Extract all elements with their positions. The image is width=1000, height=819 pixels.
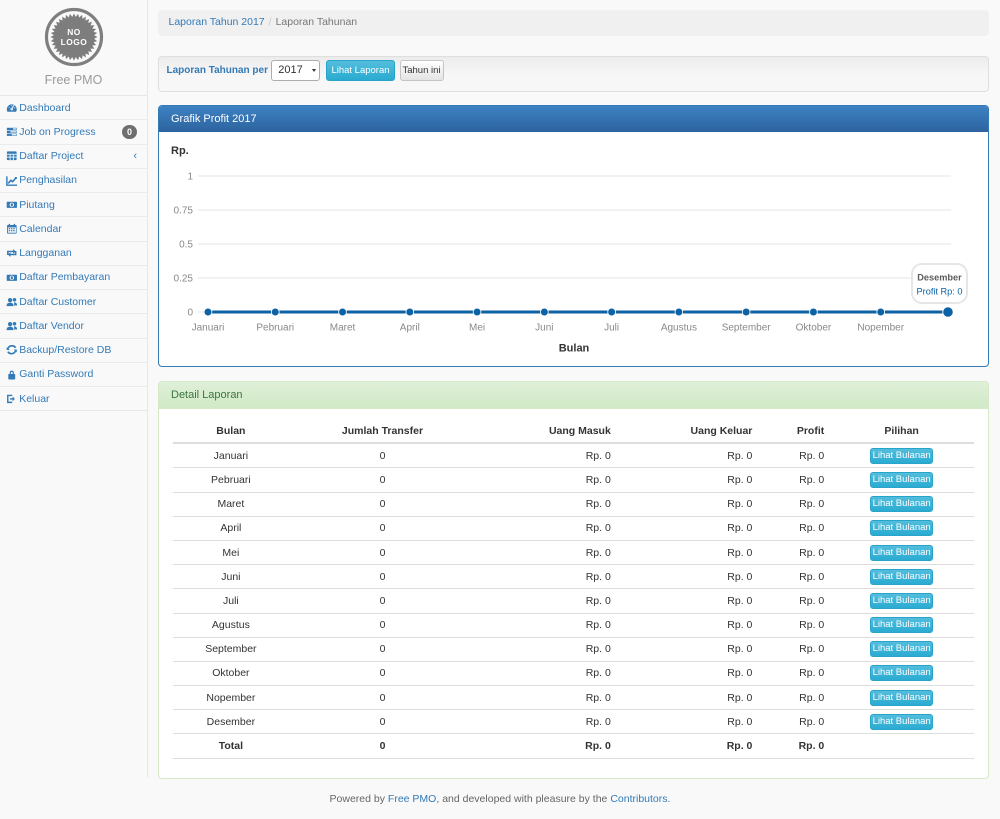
svg-text:0.25: 0.25: [174, 274, 194, 285]
svg-text:Rp.: Rp.: [171, 145, 189, 157]
svg-text:Desember: Desember: [917, 273, 962, 283]
svg-text:Oktober: Oktober: [796, 323, 832, 334]
svg-text:April: April: [400, 323, 420, 334]
svg-text:0.75: 0.75: [174, 206, 194, 217]
svg-text:Bulan: Bulan: [559, 343, 590, 355]
svg-text:LOGO: LOGO: [60, 37, 87, 47]
svg-text:0.5: 0.5: [179, 240, 193, 251]
svg-text:0: 0: [187, 308, 193, 319]
svg-text:Maret: Maret: [330, 323, 356, 334]
svg-text:Januari: Januari: [192, 323, 225, 334]
svg-text:September: September: [722, 323, 772, 334]
svg-text:Juli: Juli: [604, 323, 619, 334]
svg-text:Pebruari: Pebruari: [256, 323, 294, 334]
svg-text:Profit Rp: 0: Profit Rp: 0: [917, 287, 963, 297]
svg-text:NO: NO: [67, 27, 81, 37]
svg-text:Nopember: Nopember: [857, 323, 904, 334]
svg-text:Juni: Juni: [535, 323, 553, 334]
svg-text:Mei: Mei: [469, 323, 485, 334]
svg-text:1: 1: [187, 172, 193, 183]
svg-text:Agustus: Agustus: [661, 323, 697, 334]
